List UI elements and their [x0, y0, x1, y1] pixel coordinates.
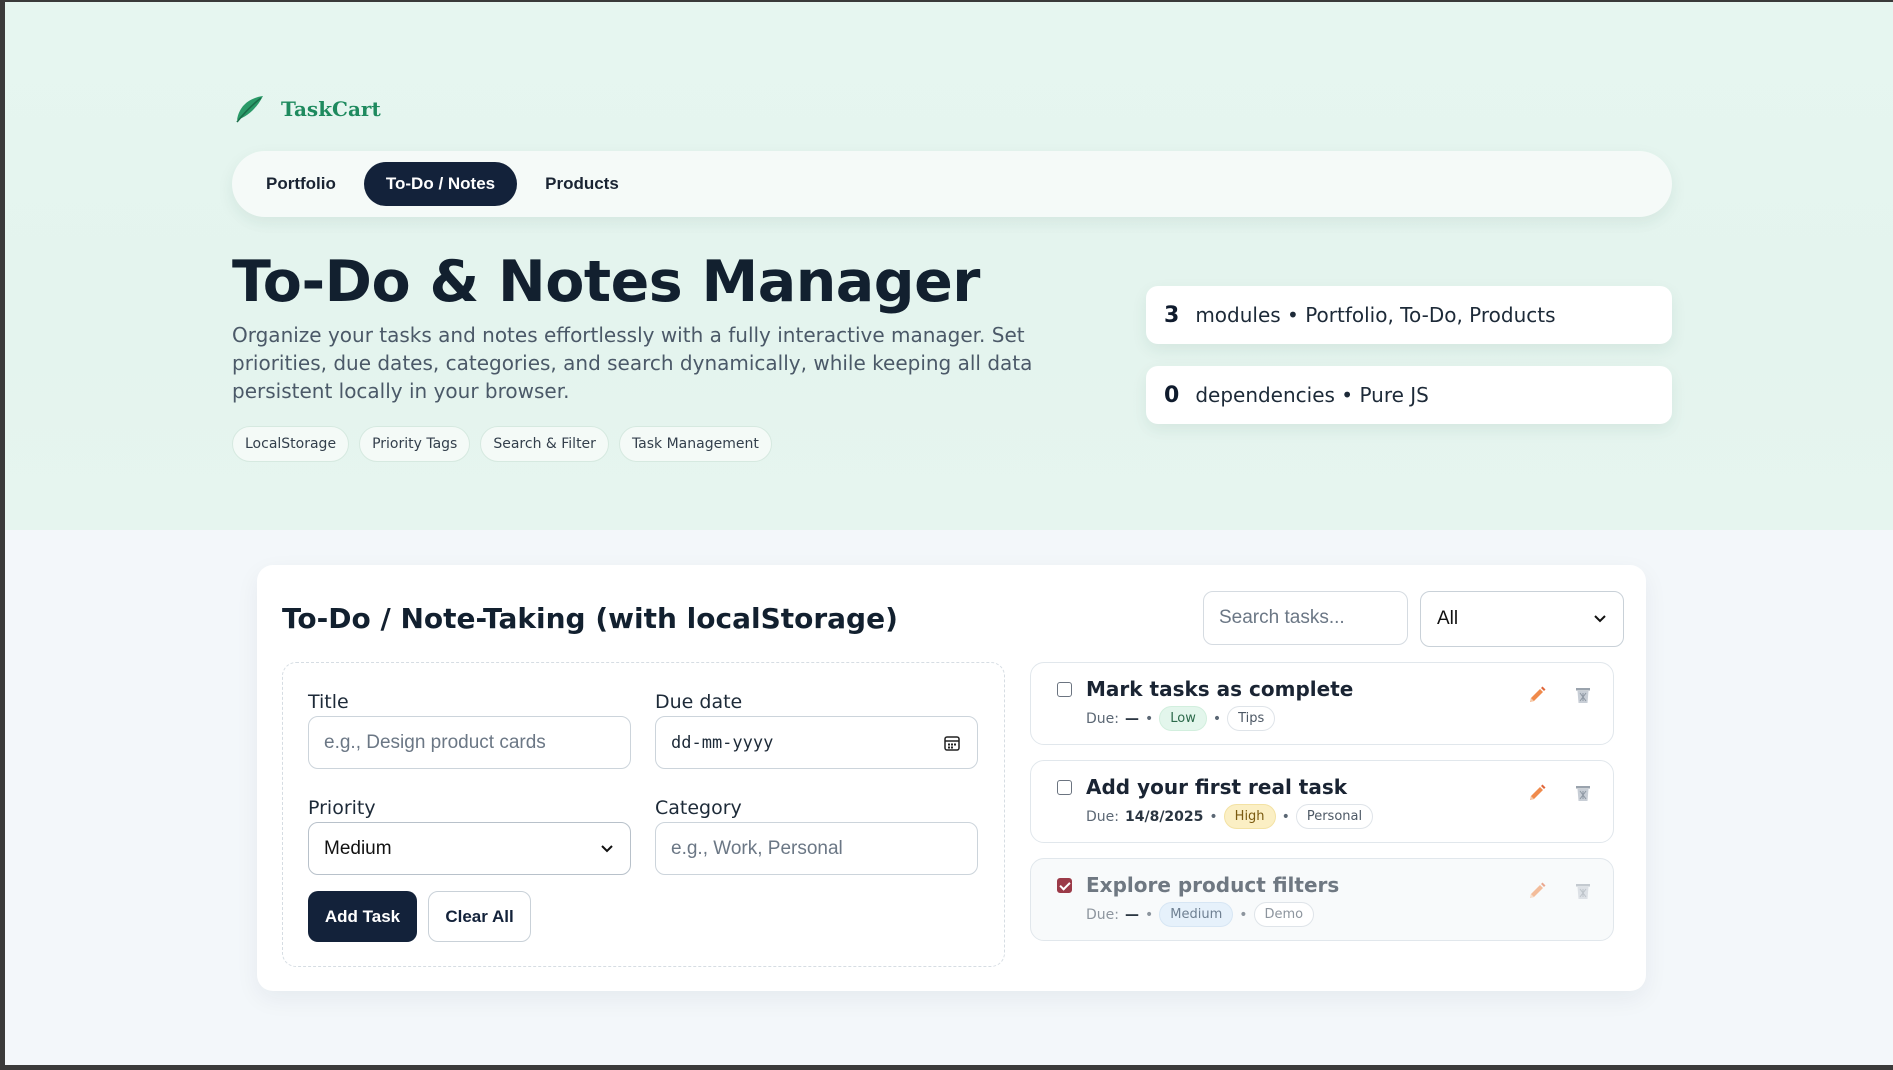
stat-number: 3 — [1164, 302, 1180, 328]
app-window: TaskCart Portfolio To-Do / Notes Product… — [5, 2, 1893, 1065]
tag-priority: Priority Tags — [359, 426, 471, 462]
pencil-icon[interactable] — [1527, 685, 1547, 705]
trash-icon[interactable] — [1573, 783, 1593, 803]
separator: • — [1209, 808, 1218, 825]
category-input[interactable]: e.g., Work, Personal — [655, 822, 978, 875]
title-label: Title — [308, 691, 349, 713]
title-input[interactable]: e.g., Design product cards — [308, 716, 631, 769]
category-badge: Demo — [1253, 902, 1315, 927]
due-label: Due: — [1086, 710, 1119, 727]
due-value: 14/8/2025 — [1124, 808, 1204, 825]
main-nav: Portfolio To-Do / Notes Products — [232, 151, 1672, 217]
priority-badge: High — [1223, 804, 1276, 829]
pencil-icon[interactable] — [1527, 783, 1547, 803]
tag-task-management: Task Management — [618, 426, 772, 462]
search-input[interactable] — [1203, 591, 1408, 645]
brand[interactable]: TaskCart — [233, 94, 381, 124]
category-placeholder: e.g., Work, Personal — [671, 837, 843, 859]
brand-name: TaskCart — [281, 97, 381, 121]
task-title: Explore product filters — [1086, 873, 1340, 897]
task-meta: Due: — • Low • Tips — [1086, 706, 1276, 731]
due-date-label: Due date — [655, 691, 743, 713]
stat-number: 0 — [1164, 382, 1180, 408]
add-task-button[interactable]: Add Task — [308, 891, 417, 942]
chevron-down-icon — [601, 844, 613, 852]
tag-localstorage: LocalStorage — [232, 426, 350, 462]
category-badge: Tips — [1227, 706, 1276, 731]
chevron-down-icon — [1594, 615, 1606, 623]
separator: • — [1144, 906, 1154, 923]
page-description: Organize your tasks and notes effortless… — [232, 323, 1033, 403]
nav-portfolio[interactable]: Portfolio — [244, 162, 358, 206]
separator: • — [1212, 710, 1222, 727]
due-date-placeholder: dd-mm-yyyy — [671, 732, 774, 753]
priority-filter-select[interactable]: All — [1420, 591, 1624, 647]
trash-icon[interactable] — [1573, 881, 1593, 901]
due-date-input[interactable]: dd-mm-yyyy — [655, 716, 978, 769]
task-checkbox[interactable] — [1057, 878, 1072, 893]
due-label: Due: — [1086, 808, 1119, 825]
task-meta: Due: 14/8/2025 • High • Personal — [1086, 804, 1374, 829]
trash-icon[interactable] — [1573, 685, 1593, 705]
stat-text: dependencies • Pure JS — [1195, 383, 1429, 407]
stat-modules: 3 modules • Portfolio, To-Do, Products — [1146, 286, 1672, 344]
stat-dependencies: 0 dependencies • Pure JS — [1146, 366, 1672, 424]
todo-panel: To-Do / Note-Taking (with localStorage) … — [257, 565, 1646, 991]
title-placeholder: e.g., Design product cards — [324, 731, 546, 753]
calendar-icon[interactable] — [943, 734, 961, 752]
stat-text: modules • Portfolio, To-Do, Products — [1195, 303, 1556, 327]
task-form: Title e.g., Design product cards Due dat… — [282, 662, 1005, 967]
separator: • — [1281, 808, 1290, 825]
tag-search-filter: Search & Filter — [480, 426, 609, 462]
task-title: Add your first real task — [1086, 775, 1348, 799]
category-badge: Personal — [1295, 804, 1374, 829]
due-value: — — [1124, 710, 1139, 727]
clear-all-button[interactable]: Clear All — [428, 891, 531, 942]
task-title: Mark tasks as complete — [1086, 677, 1354, 701]
task-checkbox[interactable] — [1057, 780, 1072, 795]
priority-select[interactable]: Medium — [308, 822, 631, 875]
leaf-icon — [236, 96, 263, 123]
filter-value: All — [1437, 608, 1459, 629]
page-title: To-Do & Notes Manager — [232, 249, 980, 315]
pencil-icon[interactable] — [1527, 881, 1547, 901]
due-label: Due: — [1086, 906, 1119, 923]
task-item[interactable]: Add your first real task Due: 14/8/2025 … — [1030, 760, 1614, 843]
separator: • — [1239, 906, 1248, 923]
priority-label: Priority — [308, 797, 376, 819]
task-checkbox[interactable] — [1057, 682, 1072, 697]
priority-badge: Low — [1159, 706, 1207, 731]
task-meta: Due: — • Medium • Demo — [1086, 902, 1315, 927]
nav-todo-notes[interactable]: To-Do / Notes — [363, 162, 518, 206]
task-item[interactable]: Explore product filters Due: — • Medium … — [1030, 858, 1614, 941]
hero-section: TaskCart Portfolio To-Do / Notes Product… — [5, 2, 1893, 530]
category-label: Category — [655, 797, 742, 819]
feature-tags: LocalStorage Priority Tags Search & Filt… — [232, 426, 772, 462]
nav-products[interactable]: Products — [523, 162, 641, 206]
priority-value: Medium — [324, 837, 392, 859]
task-item[interactable]: Mark tasks as complete Due: — • Low • Ti… — [1030, 662, 1614, 745]
priority-badge: Medium — [1159, 902, 1234, 927]
due-value: — — [1124, 906, 1139, 923]
separator: • — [1144, 710, 1154, 727]
panel-title: To-Do / Note-Taking (with localStorage) — [282, 602, 898, 635]
